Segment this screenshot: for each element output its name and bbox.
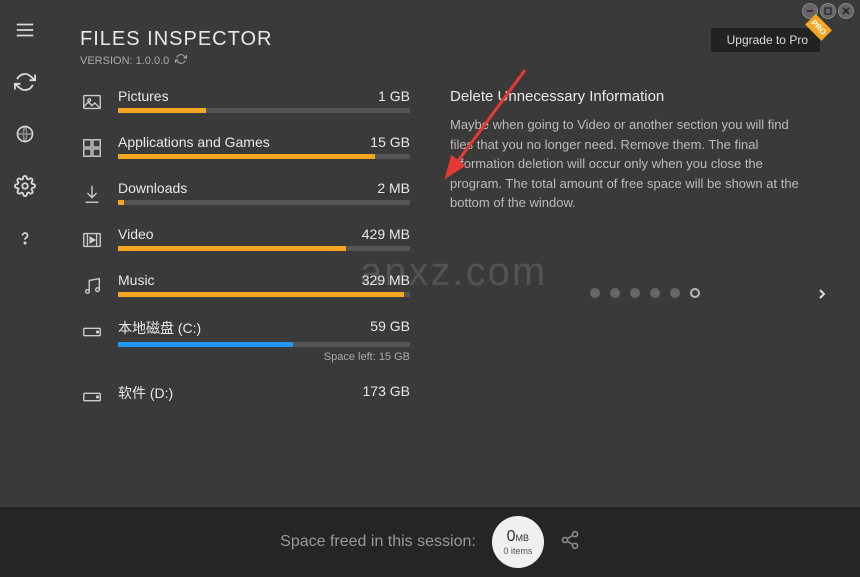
category-size: 59 GB: [370, 318, 410, 338]
info-body: Maybe when going to Video or another sec…: [450, 115, 810, 213]
category-row-disk-d[interactable]: 软件 (D:) 173 GB: [80, 383, 410, 409]
share-icon[interactable]: [560, 530, 580, 555]
globe-icon[interactable]: [13, 122, 37, 146]
video-icon: [80, 228, 104, 252]
app-title: FILES INSPECTOR: [80, 28, 272, 51]
category-label: Downloads: [118, 180, 187, 196]
upgrade-label: Upgrade to Pro: [727, 33, 808, 47]
category-bar: [118, 154, 410, 159]
pictures-icon: [80, 90, 104, 114]
category-row-apps-games[interactable]: Applications and Games 15 GB: [80, 134, 410, 160]
category-bar: [118, 108, 410, 113]
help-icon[interactable]: [13, 226, 37, 250]
pagination-dot[interactable]: [590, 288, 600, 298]
version-label: VERSION: 1.0.0.0: [80, 55, 169, 67]
category-row-disk-c[interactable]: 本地磁盘 (C:) 59 GB Space left: 15 GB: [80, 318, 410, 363]
disk-d-icon: [80, 385, 104, 409]
category-subtext: Space left: 15 GB: [118, 351, 410, 363]
freed-unit: MB: [516, 533, 530, 543]
category-label: 软件 (D:): [118, 383, 173, 403]
category-label: Applications and Games: [118, 134, 270, 150]
category-row-downloads[interactable]: Downloads 2 MB: [80, 180, 410, 206]
disk-c-icon: [80, 320, 104, 344]
category-label: 本地磁盘 (C:): [118, 318, 201, 338]
category-bar: [118, 200, 410, 205]
version-refresh-icon[interactable]: [175, 53, 187, 68]
upgrade-button[interactable]: Upgrade to Pro PRO: [711, 28, 820, 52]
pagination-dot[interactable]: [610, 288, 620, 298]
pagination-dot[interactable]: [650, 288, 660, 298]
category-bar: [118, 246, 410, 251]
category-size: 15 GB: [370, 134, 410, 150]
category-row-pictures[interactable]: Pictures 1 GB: [80, 88, 410, 114]
space-freed-badge: 0MB 0 items: [492, 516, 544, 568]
category-label: Music: [118, 272, 155, 288]
category-bar: [118, 342, 410, 347]
apps-games-icon: [80, 136, 104, 160]
category-size: 329 MB: [362, 272, 410, 288]
next-arrow-icon[interactable]: [814, 284, 830, 309]
pagination-dot[interactable]: [690, 288, 700, 298]
menu-icon[interactable]: [13, 18, 37, 42]
downloads-icon: [80, 182, 104, 206]
freed-amount: 0: [507, 528, 516, 545]
freed-items: 0 items: [503, 546, 532, 556]
pro-badge: PRO: [805, 14, 832, 41]
footer-label: Space freed in this session:: [280, 533, 476, 551]
category-label: Pictures: [118, 88, 169, 104]
category-size: 429 MB: [362, 226, 410, 242]
category-row-video[interactable]: Video 429 MB: [80, 226, 410, 252]
category-bar: [118, 292, 410, 297]
refresh-icon[interactable]: [13, 70, 37, 94]
category-row-music[interactable]: Music 329 MB: [80, 272, 410, 298]
pagination-dot[interactable]: [670, 288, 680, 298]
pagination-dot[interactable]: [630, 288, 640, 298]
info-title: Delete Unnecessary Information: [450, 88, 810, 105]
category-size: 173 GB: [363, 383, 410, 403]
category-size: 1 GB: [378, 88, 410, 104]
music-icon: [80, 274, 104, 298]
category-label: Video: [118, 226, 154, 242]
category-size: 2 MB: [377, 180, 410, 196]
settings-icon[interactable]: [13, 174, 37, 198]
